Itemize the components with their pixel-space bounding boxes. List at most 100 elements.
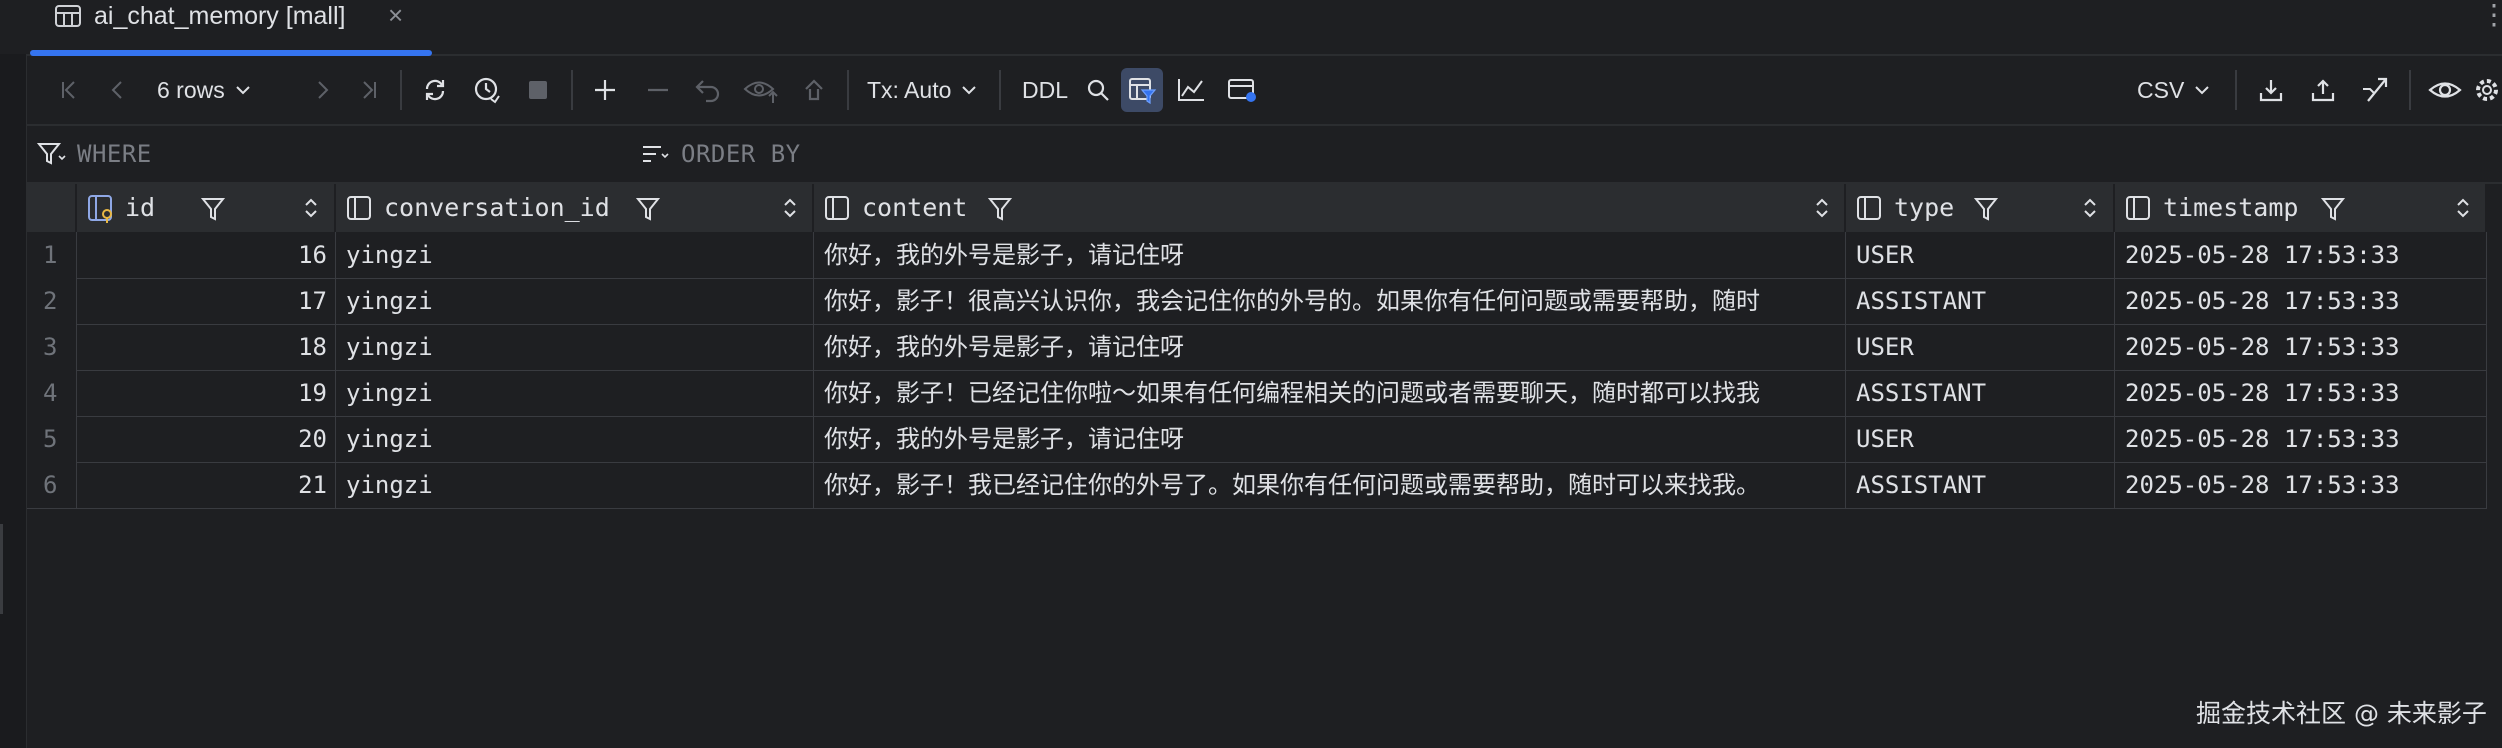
cell-timestamp[interactable]: 2025-05-28 17:53:33 [2115,370,2487,416]
cell-timestamp[interactable]: 2025-05-28 17:53:33 [2115,416,2487,462]
cell-content[interactable]: 你好，影子！我已经记住你的外号了。如果你有任何问题或需要帮助，随时可以来找我。 [814,462,1846,508]
cell-conversation-id[interactable]: yingzi [336,278,814,324]
filter-bar: WHERE ORDER BY [27,126,2502,184]
table-row[interactable]: 3 18 yingzi 你好，我的外号是影子，请记住呀 USER 2025-05… [27,324,2487,371]
cell-conversation-id[interactable]: yingzi [336,232,814,278]
cell-conversation-id[interactable]: yingzi [336,462,814,508]
cell-conversation-id[interactable]: yingzi [336,416,814,462]
cell-content[interactable]: 你好，我的外号是影子，请记住呀 [814,416,1846,462]
cell-id[interactable]: 19 [77,370,336,416]
column-header-timestamp[interactable]: timestamp [2115,184,2487,232]
table-row[interactable]: 1 16 yingzi 你好，我的外号是影子，请记住呀 USER 2025-05… [27,232,2487,279]
sort-toggle-icon[interactable] [1814,195,1830,221]
export-format-dropdown[interactable]: CSV [2137,72,2217,108]
cell-type[interactable]: USER [1846,324,2115,370]
cell-type[interactable]: USER [1846,416,2115,462]
first-page-icon[interactable] [53,72,85,108]
refresh-icon[interactable] [417,72,453,108]
add-row-icon[interactable] [587,72,623,108]
result-toolbar: 6 rows Tx: Auto DDL CSV [27,56,2502,126]
column-name: id [125,193,156,222]
cell-type[interactable]: ASSISTANT [1846,278,2115,324]
rows-count-dropdown[interactable]: 6 rows [157,72,297,108]
cell-timestamp[interactable]: 2025-05-28 17:53:33 [2115,232,2487,278]
column-icon [1856,194,1886,229]
primary-key-column-icon [87,194,119,229]
tab-title: ai_chat_memory [mall] [94,2,346,30]
table-row[interactable]: 2 17 yingzi 你好，影子！很高兴认识你，我会记住你的外号的。如果你有任… [27,278,2487,325]
view-eye-icon[interactable] [2425,72,2465,108]
gear-icon[interactable] [2473,72,2501,108]
column-filter-icon[interactable] [636,197,662,221]
cell-id[interactable]: 21 [77,462,336,508]
cell-id[interactable]: 18 [77,324,336,370]
table-icon [54,4,84,30]
export-format-label: CSV [2137,76,2185,103]
close-tab-icon[interactable]: × [388,0,403,30]
sort-toggle-icon[interactable] [2455,195,2471,221]
view-changes-icon[interactable] [741,72,781,108]
table-row[interactable]: 4 19 yingzi 你好，影子！已经记住你啦～如果有任何编程相关的问题或者需… [27,370,2487,417]
cell-content[interactable]: 你好，我的外号是影子，请记住呀 [814,232,1846,278]
column-filter-icon[interactable] [988,197,1014,221]
column-filter-icon[interactable] [2321,197,2347,221]
cell-id[interactable]: 17 [77,278,336,324]
history-clock-icon[interactable] [469,72,505,108]
chevron-down-icon [236,86,250,95]
where-filter-input[interactable]: WHERE [37,136,152,172]
tab-ai-chat-memory[interactable]: ai_chat_memory [mall] × [30,0,432,56]
cell-conversation-id[interactable]: yingzi [336,370,814,416]
cell-id[interactable]: 16 [77,232,336,278]
cell-content[interactable]: 你好，我的外号是影子，请记住呀 [814,324,1846,370]
column-header-content[interactable]: content [814,184,1846,232]
cell-type[interactable]: ASSISTANT [1846,462,2115,508]
row-number: 2 [27,278,77,324]
result-settings-icon[interactable] [1223,72,1263,108]
column-header-conversation-id[interactable]: conversation_id [336,184,814,232]
search-icon[interactable] [1081,72,1115,108]
order-by-input[interactable]: ORDER BY [641,136,801,172]
table-row[interactable]: 5 20 yingzi 你好，我的外号是影子，请记住呀 USER 2025-05… [27,416,2487,463]
sort-toggle-icon[interactable] [2082,195,2098,221]
cell-timestamp[interactable]: 2025-05-28 17:53:33 [2115,324,2487,370]
delete-row-icon[interactable] [641,72,675,108]
row-number: 4 [27,370,77,416]
cell-type[interactable]: USER [1846,232,2115,278]
next-page-icon[interactable] [307,72,337,108]
chart-icon[interactable] [1173,72,1209,108]
cell-content[interactable]: 你好，影子！很高兴认识你，我会记住你的外号的。如果你有任何问题或需要帮助，随时 [814,278,1846,324]
download-icon[interactable] [2253,72,2289,108]
table-row[interactable]: 6 21 yingzi 你好，影子！我已经记住你的外号了。如果你有任何问题或需要… [27,462,2487,509]
column-header-id[interactable]: id [77,184,336,232]
ddl-button[interactable]: DDL [1017,72,1073,108]
cell-timestamp[interactable]: 2025-05-28 17:53:33 [2115,462,2487,508]
cell-type[interactable]: ASSISTANT [1846,370,2115,416]
toolbar-separator [2409,70,2411,110]
cell-timestamp[interactable]: 2025-05-28 17:53:33 [2115,278,2487,324]
column-filter-icon[interactable] [201,197,227,221]
cell-id[interactable]: 20 [77,416,336,462]
sort-toggle-icon[interactable] [782,195,798,221]
sort-toggle-icon[interactable] [303,195,319,221]
toolbar-separator [847,70,849,110]
cell-content[interactable]: 你好，影子！已经记住你啦～如果有任何编程相关的问题或者需要聊天，随时都可以找我 [814,370,1846,416]
row-number: 5 [27,416,77,462]
stop-icon[interactable] [521,72,555,108]
chevron-down-icon [2195,86,2210,95]
column-header-type[interactable]: type [1846,184,2115,232]
toolbar-separator [571,70,573,110]
column-name: timestamp [2163,193,2299,222]
column-filter-icon[interactable] [1974,197,2000,221]
row-number: 6 [27,462,77,508]
filter-panel-toggle-icon[interactable] [1121,68,1163,112]
previous-page-icon[interactable] [103,72,133,108]
toolbar-separator [999,70,1001,110]
cell-conversation-id[interactable]: yingzi [336,324,814,370]
transaction-mode-dropdown[interactable]: Tx: Auto [867,72,991,108]
upload-icon[interactable] [2305,72,2341,108]
compare-icon[interactable] [2357,72,2393,108]
more-options-icon[interactable]: ⋮ [2480,0,2502,30]
revert-icon[interactable] [691,72,725,108]
submit-icon[interactable] [797,72,831,108]
last-page-icon[interactable] [353,72,385,108]
